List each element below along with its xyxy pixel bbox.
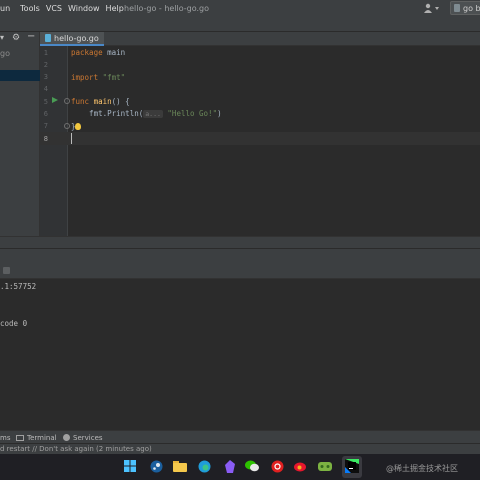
menu-bar: un Tools VCS Window Help <box>0 0 480 16</box>
edge-browser-icon[interactable] <box>197 459 211 473</box>
function-name: main <box>93 97 112 106</box>
goland-icon[interactable] <box>345 459 359 473</box>
project-panel-header: ▾ ⚙ − <box>0 31 40 46</box>
project-panel: ▾ ⚙ − go <box>0 31 40 248</box>
line-number: 5 <box>43 98 48 106</box>
line-number: 2 <box>43 61 48 69</box>
line-number: 1 <box>43 49 48 57</box>
wechat-icon[interactable] <box>245 459 259 473</box>
project-tree-selected-item[interactable] <box>0 70 40 81</box>
services-icon <box>63 434 70 441</box>
user-icon[interactable] <box>424 2 442 14</box>
stop-icon[interactable] <box>3 267 10 274</box>
run-configuration-label: go b <box>463 3 480 13</box>
status-message[interactable]: d restart // Don't ask again (2 minutes … <box>0 445 152 453</box>
run-gutter-icon[interactable] <box>52 97 58 103</box>
file-explorer-icon[interactable] <box>173 459 187 473</box>
project-tree-item[interactable]: go <box>0 49 10 58</box>
fold-marker-icon[interactable] <box>64 98 70 104</box>
obsidian-icon[interactable] <box>223 459 237 473</box>
menu-run[interactable]: un <box>0 4 13 13</box>
tab-problems-label: ms <box>0 433 11 442</box>
go-file-icon <box>45 34 51 42</box>
menu-window[interactable]: Window <box>65 4 103 13</box>
menu-tools[interactable]: Tools <box>17 4 43 13</box>
code-line-7: } <box>71 122 76 131</box>
fold-marker-icon[interactable] <box>64 123 70 129</box>
editor-tab-row: hello-go.go <box>40 32 480 46</box>
tab-terminal-label: Terminal <box>27 433 57 442</box>
code-line-3: import "fmt" <box>71 73 125 82</box>
package-name: main <box>102 48 126 57</box>
code-line-6: fmt.Println(a... "Hello Go!") <box>71 109 222 118</box>
window-title: hello-go - hello-go.go <box>124 4 210 13</box>
parameter-hint: a... <box>143 110 163 118</box>
terminal-icon <box>16 434 24 441</box>
lightbulb-icon[interactable] <box>75 123 81 130</box>
call-close: ) <box>217 109 222 118</box>
console-line: .1:57752 <box>0 282 37 291</box>
console-line: code 0 <box>0 319 28 328</box>
tool-window-tabs: ms Terminal Services <box>0 430 480 443</box>
current-line-highlight <box>40 132 480 145</box>
keyword-import: import <box>71 73 99 82</box>
weibo-icon[interactable] <box>294 459 308 473</box>
gear-icon[interactable]: ⚙ <box>12 33 20 43</box>
closing-brace: } <box>71 122 76 131</box>
run-tool-window-toolbar <box>0 264 480 278</box>
string-literal: "Hello Go!" <box>167 109 218 118</box>
line-number: 7 <box>43 122 48 130</box>
menu-vcs[interactable]: VCS <box>43 4 65 13</box>
steam-icon[interactable] <box>149 459 163 473</box>
windows-start-icon[interactable] <box>123 459 137 473</box>
game-app-icon[interactable] <box>318 459 332 473</box>
line-number: 3 <box>43 73 48 81</box>
watermark: @稀土掘金技术社区 <box>386 464 458 473</box>
editor-bottom-bar <box>0 236 480 248</box>
text-caret <box>71 133 72 144</box>
chevron-down-icon[interactable]: ▾ <box>0 33 4 42</box>
line-number: 6 <box>43 110 48 118</box>
keyword-func: func <box>71 97 90 106</box>
tab-hello-go[interactable]: hello-go.go <box>40 32 104 46</box>
toolbar <box>0 16 480 32</box>
tab-label: hello-go.go <box>54 33 99 43</box>
netease-music-icon[interactable] <box>270 459 284 473</box>
function-signature: () { <box>111 97 130 106</box>
minimize-icon[interactable]: − <box>27 31 35 42</box>
run-configuration-selector[interactable]: go b <box>450 1 480 15</box>
line-number: 4 <box>43 85 48 93</box>
import-path: "fmt" <box>102 73 126 82</box>
code-line-1: package main <box>71 48 125 57</box>
run-console[interactable] <box>0 278 480 430</box>
call-expression: fmt.Println( <box>71 109 144 118</box>
run-tool-window-header <box>0 248 480 264</box>
status-bar: d restart // Don't ask again (2 minutes … <box>0 443 480 454</box>
line-number-active: 8 <box>43 135 48 143</box>
tab-services-label: Services <box>73 433 103 442</box>
keyword-package: package <box>71 48 103 57</box>
file-icon <box>454 4 460 12</box>
code-line-5: func main() { <box>71 97 130 106</box>
